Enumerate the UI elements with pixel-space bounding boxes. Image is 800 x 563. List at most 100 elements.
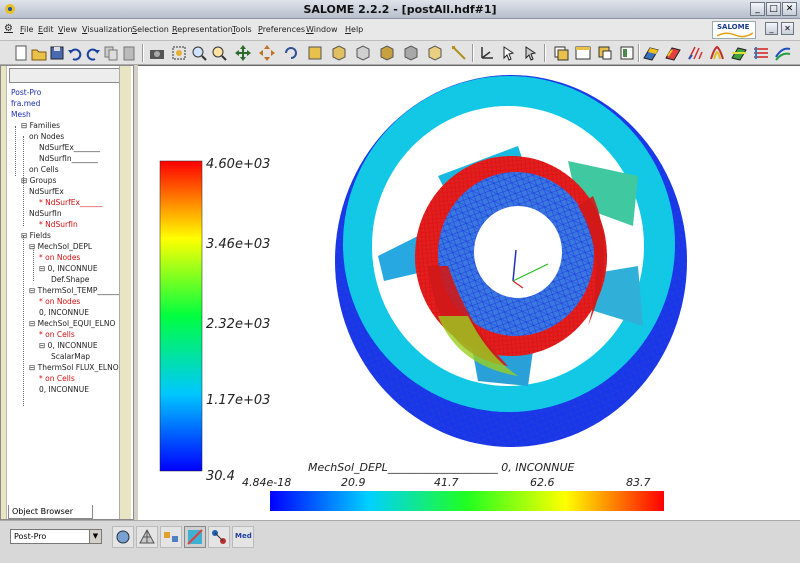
module-visu-button[interactable] xyxy=(208,526,230,548)
view-bottom-icon[interactable] xyxy=(402,44,420,62)
maximize-button[interactable]: □ xyxy=(766,2,781,16)
tree-item[interactable]: ⊟ Groups xyxy=(21,176,56,185)
menu-window[interactable]: Window xyxy=(306,25,338,34)
tree-item[interactable]: 0, INCONNUE xyxy=(39,308,89,317)
tree-item[interactable]: ⊟ ThermSol FLUX_ELNO xyxy=(29,363,119,372)
tree-expand-icon[interactable]: ⊟ xyxy=(29,286,38,295)
tree-item[interactable]: ⊟ 0, INCONNUE xyxy=(39,264,98,273)
tree-item[interactable]: NdSurfIn_______ xyxy=(39,154,98,163)
zoom-icon[interactable] xyxy=(210,44,228,62)
tree-item[interactable]: * on Nodes xyxy=(39,253,80,262)
menu-app-icon[interactable]: ⚙ xyxy=(4,23,13,34)
minimize-button[interactable]: _ xyxy=(750,2,765,16)
module-post-pro-button[interactable] xyxy=(184,526,206,548)
deformed-shape-icon[interactable] xyxy=(664,44,682,62)
menu-selection[interactable]: Selection xyxy=(132,25,169,34)
open-folder-icon[interactable] xyxy=(30,44,48,62)
stream-lines-icon[interactable] xyxy=(774,44,792,62)
menu-visualization[interactable]: Visualization xyxy=(82,25,133,34)
window-tile-icon[interactable] xyxy=(574,44,592,62)
tree-item[interactable]: ⊟ MechSol_DEPL xyxy=(29,242,92,251)
tree-item[interactable]: * on Cells xyxy=(39,330,75,339)
window-cascade-icon[interactable] xyxy=(552,44,570,62)
zoom-area-icon[interactable] xyxy=(190,44,208,62)
tree-expand-icon[interactable]: ⊟ xyxy=(29,363,38,372)
tree-expand-icon[interactable]: ⊟ xyxy=(21,121,30,130)
module-combo-box[interactable]: Post-Pro ▼ xyxy=(10,529,102,544)
tree-item[interactable]: Mesh xyxy=(11,110,31,119)
cut-planes-icon[interactable] xyxy=(730,44,748,62)
close-button[interactable]: ✕ xyxy=(782,2,797,16)
tree-item[interactable]: Post-Pro xyxy=(11,88,41,97)
camera-dump-icon[interactable] xyxy=(148,44,166,62)
tree-item[interactable]: fra.med xyxy=(11,99,40,108)
redo-icon[interactable] xyxy=(84,44,102,62)
tree-item[interactable]: ⊟ Fields xyxy=(21,231,51,240)
tree-item[interactable]: * on Nodes xyxy=(39,297,80,306)
pan-icon[interactable] xyxy=(234,44,252,62)
tree-item[interactable]: ScalarMap xyxy=(51,352,90,361)
trihedron-icon[interactable] xyxy=(478,44,496,62)
view-top-icon[interactable] xyxy=(378,44,396,62)
tree-item[interactable]: 0, INCONNUE xyxy=(39,385,89,394)
tree-item[interactable]: * on Cells xyxy=(39,374,75,383)
view-left-icon[interactable] xyxy=(426,44,444,62)
global-pan-icon[interactable] xyxy=(258,44,276,62)
view-right-icon[interactable] xyxy=(450,44,468,62)
menu-edit[interactable]: Edit xyxy=(38,25,54,34)
paste-icon[interactable] xyxy=(120,44,138,62)
tab-object-browser[interactable]: Object Browser xyxy=(8,505,93,519)
vtk-viewer[interactable]: 4.60e+03 3.46e+03 2.32e+03 1.17e+03 30.4 xyxy=(138,65,800,520)
viewer-canvas[interactable]: 4.60e+033.46e+032.32e+031.17e+0330.4 Mec… xyxy=(138,66,800,521)
scalar-map-icon[interactable] xyxy=(642,44,660,62)
chevron-down-icon[interactable]: ▼ xyxy=(89,530,101,543)
menu-preferences[interactable]: Preferences xyxy=(258,25,305,34)
tree-expand-icon[interactable]: ⊟ xyxy=(29,319,38,328)
tree-item[interactable]: NdSurfEx_______ xyxy=(39,143,100,152)
reset-view-icon[interactable] xyxy=(306,44,324,62)
rotate-icon[interactable] xyxy=(282,44,300,62)
menu-help[interactable]: Help xyxy=(345,25,363,34)
tree-item[interactable]: * NdSurfIn xyxy=(39,220,78,229)
save-icon[interactable] xyxy=(48,44,66,62)
title-bar[interactable]: SALOME 2.2.2 - [postAll.hdf#1] _ □ ✕ xyxy=(0,0,800,19)
cursor-pick-icon[interactable] xyxy=(522,44,540,62)
mdi-close-button[interactable]: ✕ xyxy=(781,22,794,35)
object-browser[interactable]: Post-Pro fra.med Mesh ⊟ Families on Nodes NdS… xyxy=(0,65,134,520)
browser-header[interactable] xyxy=(9,68,121,83)
vectors-icon[interactable] xyxy=(686,44,704,62)
window-close-all-icon[interactable] xyxy=(618,44,636,62)
tree-expand-icon[interactable]: ⊟ xyxy=(39,264,48,273)
view-back-icon[interactable] xyxy=(354,44,372,62)
tree-item[interactable]: * NdSurfEx______ xyxy=(39,198,102,207)
menu-tools[interactable]: Tools xyxy=(232,25,252,34)
tree-item[interactable]: ⊟ ThermSol_TEMP______ xyxy=(29,286,120,295)
mdi-minimize-button[interactable]: _ xyxy=(765,22,778,35)
copy-icon[interactable] xyxy=(102,44,120,62)
fit-all-icon[interactable] xyxy=(170,44,188,62)
tree-item[interactable]: ⊟ Families xyxy=(21,121,60,130)
window-new-icon[interactable] xyxy=(596,44,614,62)
cursor-select-icon[interactable] xyxy=(500,44,518,62)
module-med-button[interactable]: Med xyxy=(232,526,254,548)
tree-item[interactable]: on Cells xyxy=(29,165,59,174)
tree-item[interactable]: Def.Shape xyxy=(51,275,89,284)
new-document-icon[interactable] xyxy=(12,44,30,62)
tree-item[interactable]: NdSurfIn xyxy=(29,209,62,218)
view-front-icon[interactable] xyxy=(330,44,348,62)
module-geometry-button[interactable] xyxy=(112,526,134,548)
tree-item[interactable]: NdSurfEx xyxy=(29,187,64,196)
menu-representation[interactable]: Representation xyxy=(172,25,233,34)
browser-vertical-scrollbar[interactable] xyxy=(119,66,131,519)
menu-view[interactable]: View xyxy=(58,25,77,34)
tree-item[interactable]: on Nodes xyxy=(29,132,64,141)
undo-icon[interactable] xyxy=(66,44,84,62)
tree-item[interactable]: ⊟ 0, INCONNUE xyxy=(39,341,98,350)
tree-expand-icon[interactable]: ⊟ xyxy=(39,341,48,350)
iso-surfaces-icon[interactable] xyxy=(708,44,726,62)
menu-file[interactable]: File xyxy=(20,25,33,34)
module-mesh-button[interactable] xyxy=(136,526,158,548)
module-supervision-button[interactable] xyxy=(160,526,182,548)
cut-lines-icon[interactable] xyxy=(752,44,770,62)
tree-item[interactable]: ⊟ MechSol_EQUI_ELNO xyxy=(29,319,115,328)
